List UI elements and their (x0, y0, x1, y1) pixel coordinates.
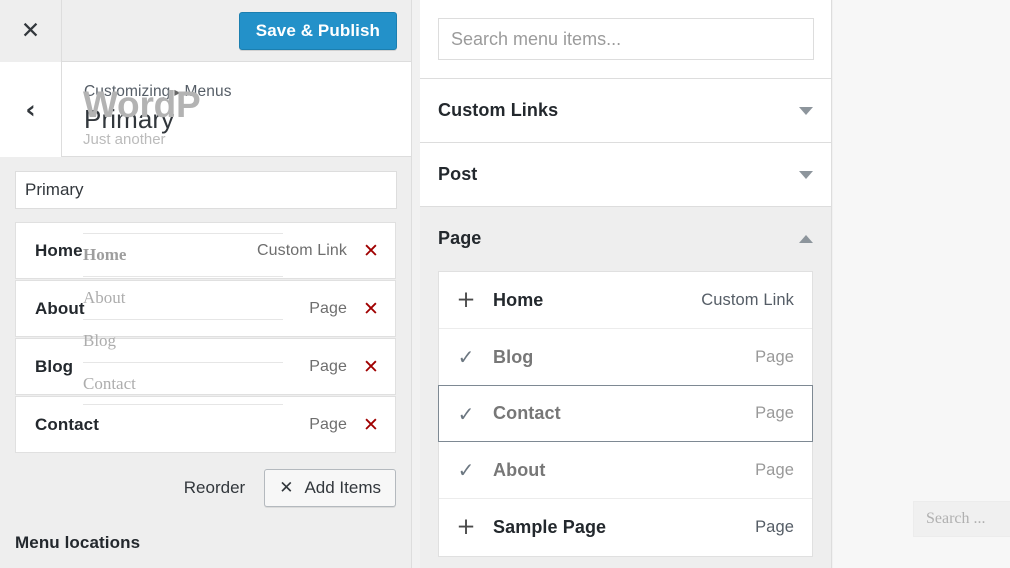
back-button[interactable]: ‹ (0, 62, 62, 157)
close-customizer-button[interactable]: ✕ (0, 0, 62, 62)
available-item-type: Page (755, 461, 794, 480)
menu-item-type: Page (309, 358, 347, 376)
available-item-row[interactable]: ✓ Blog Page (439, 329, 812, 386)
preview-nav-item-contact[interactable]: Contact (83, 362, 283, 405)
available-item-title: Sample Page (493, 517, 606, 538)
preview-navigation: Home About Blog Contact (83, 233, 283, 405)
menu-actions: Reorder ✕ Add Items (15, 469, 396, 507)
chevron-left-icon: ‹ (25, 97, 35, 122)
accordion-label: Custom Links (438, 100, 558, 121)
accordion-label: Page (438, 228, 481, 249)
accordion-header-page[interactable]: Page (420, 207, 831, 271)
available-items-list: + Home Custom Link ✓ Blog Page ✓ Contact… (438, 271, 813, 557)
customizer-screen: ✕ Save & Publish ‹ Customizing▸Menus Pri… (0, 0, 1010, 568)
customizer-subheader: ‹ Customizing▸Menus Primary (0, 62, 411, 157)
available-item-title: Contact (493, 403, 561, 424)
search-section (420, 0, 831, 79)
menu-name-input[interactable] (15, 171, 397, 209)
chevron-down-icon (799, 107, 813, 115)
check-icon: ✓ (439, 347, 493, 367)
available-item-type: Page (755, 348, 794, 367)
menu-item-type: Page (309, 416, 347, 434)
available-item-type: Custom Link (701, 291, 794, 310)
available-item-row[interactable]: + Home Custom Link (439, 272, 812, 329)
plus-icon: + (439, 516, 493, 539)
delete-menu-item-icon[interactable]: ✕ (347, 356, 395, 378)
search-input[interactable] (438, 18, 814, 60)
available-item-title: Home (493, 290, 543, 311)
available-item-type: Page (755, 404, 794, 423)
reorder-link[interactable]: Reorder (184, 478, 245, 498)
available-item-title: Blog (493, 347, 533, 368)
available-item-row[interactable]: ✓ Contact Page (438, 385, 813, 442)
available-item-type: Page (755, 518, 794, 537)
accordion-section-page: Page + Home Custom Link ✓ Blog Page ✓ Co… (420, 207, 831, 557)
menu-locations-heading: Menu locations (15, 533, 396, 553)
plus-icon: + (439, 289, 493, 312)
preview-search-field[interactable]: Search ... (913, 501, 1010, 537)
add-items-label: Add Items (304, 478, 381, 498)
site-preview-panel (833, 0, 1010, 568)
close-icon: ✕ (21, 20, 40, 43)
preview-nav-item-about[interactable]: About (83, 276, 283, 319)
chevron-down-icon (799, 171, 813, 179)
delete-menu-item-icon[interactable]: ✕ (347, 240, 395, 262)
available-menu-items-panel: Custom Links Post Page + Home Custom Lin… (420, 0, 832, 568)
accordion-section-post: Post (420, 143, 831, 207)
check-icon: ✓ (439, 460, 493, 480)
add-items-button[interactable]: ✕ Add Items (264, 469, 396, 507)
accordion-header-custom-links[interactable]: Custom Links (420, 79, 831, 143)
available-item-title: About (493, 460, 545, 481)
accordion-section-custom-links: Custom Links (420, 79, 831, 143)
chevron-up-icon (799, 235, 813, 243)
delete-menu-item-icon[interactable]: ✕ (347, 298, 395, 320)
menu-item-title: Home (35, 241, 83, 261)
menu-item-title: Blog (35, 357, 73, 377)
available-item-row[interactable]: ✓ About Page (439, 442, 812, 499)
customizer-header: ✕ Save & Publish (0, 0, 411, 62)
menu-item-type: Page (309, 300, 347, 318)
preview-site-tagline: Just another (83, 131, 166, 148)
delete-menu-item-icon[interactable]: ✕ (347, 414, 395, 436)
menu-item-title: Contact (35, 415, 99, 435)
check-icon: ✓ (439, 404, 493, 424)
preview-nav-item-home[interactable]: Home (83, 233, 283, 276)
accordion-header-post[interactable]: Post (420, 143, 831, 207)
plus-x-icon: ✕ (279, 478, 293, 498)
preview-site-title: WordP (83, 84, 201, 126)
save-and-publish-button[interactable]: Save & Publish (239, 12, 397, 50)
menu-item-title: About (35, 299, 85, 319)
available-item-row[interactable]: + Sample Page Page (439, 499, 812, 556)
preview-nav-item-blog[interactable]: Blog (83, 319, 283, 362)
accordion-label: Post (438, 164, 477, 185)
